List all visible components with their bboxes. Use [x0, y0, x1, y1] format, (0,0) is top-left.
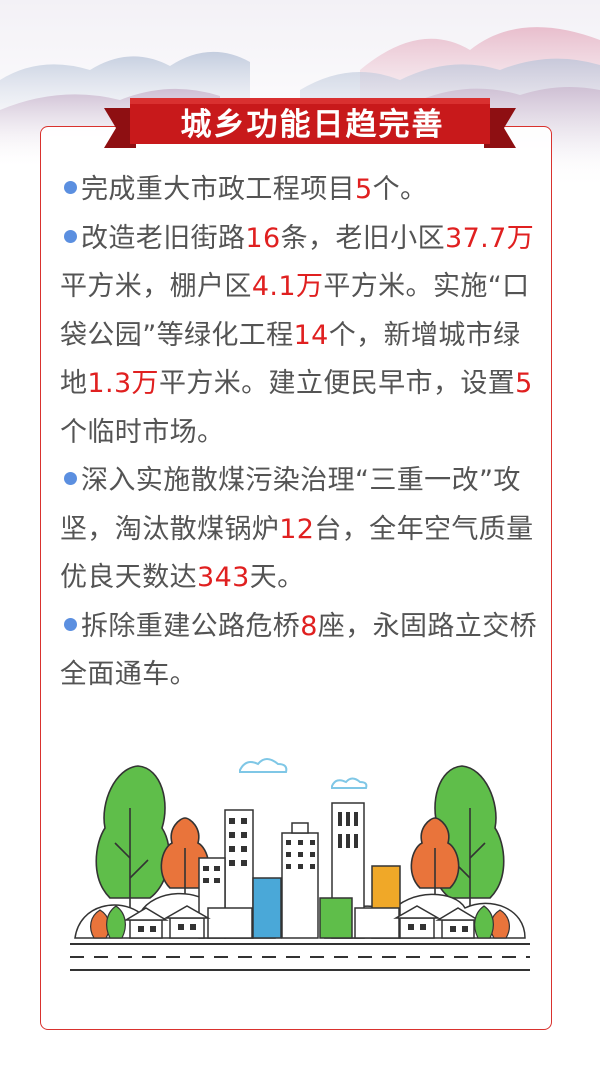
paragraph-text: 平方米，棚户区 [60, 271, 252, 302]
bullet-dot-icon [64, 181, 77, 194]
bullet-paragraph: 改造老旧街路16条，老旧小区37.7万平方米，棚户区4.1万平方米。实施“口袋公… [60, 215, 544, 458]
bullet-paragraph: 完成重大市政工程项目5个。 [60, 166, 544, 215]
title-banner: 城乡功能日趋完善 [100, 96, 520, 156]
highlight-number: 12 [279, 513, 315, 545]
bullet-paragraph: 拆除重建公路危桥8座，永固路立交桥全面通车。 [60, 603, 544, 700]
highlight-number: 5 [515, 368, 533, 399]
paragraph-text: 改造老旧街路 [81, 222, 246, 254]
highlight-number: 14 [293, 319, 329, 351]
highlight-number: 343 [197, 562, 250, 593]
paragraph-text: 天。 [249, 562, 305, 593]
paragraph-text: 个临时市场。 [60, 416, 225, 448]
highlight-number: 16 [245, 222, 281, 254]
highlight-number: 37.7万 [444, 222, 535, 254]
bullet-paragraph: 深入实施散煤污染治理“三重一改”攻坚，淘汰散煤锅炉12台，全年空气质量优良天数达… [60, 457, 544, 603]
paragraph-text: 拆除重建公路危桥 [81, 610, 301, 642]
highlight-number: 5 [355, 174, 373, 205]
bullet-dot-icon [64, 229, 77, 243]
highlight-number: 1.3万 [87, 368, 159, 399]
paragraph-text: 个。 [372, 174, 428, 205]
paragraph-text: 完成重大市政工程项目 [81, 174, 355, 205]
city-skyline-illustration [70, 758, 530, 971]
highlight-number: 4.1万 [251, 271, 324, 302]
paragraph-text: 平方米。建立便民早市，设置 [158, 368, 516, 399]
banner-title: 城乡功能日趋完善 [180, 107, 445, 143]
highlight-number: 8 [300, 610, 318, 642]
bullet-list: 完成重大市政工程项目5个。 改造老旧街路16条，老旧小区37.7万平方米，棚户区4… [60, 166, 544, 700]
paragraph-text: 条，老旧小区 [280, 222, 445, 254]
bullet-dot-icon [64, 617, 77, 631]
bullet-dot-icon [64, 472, 77, 485]
